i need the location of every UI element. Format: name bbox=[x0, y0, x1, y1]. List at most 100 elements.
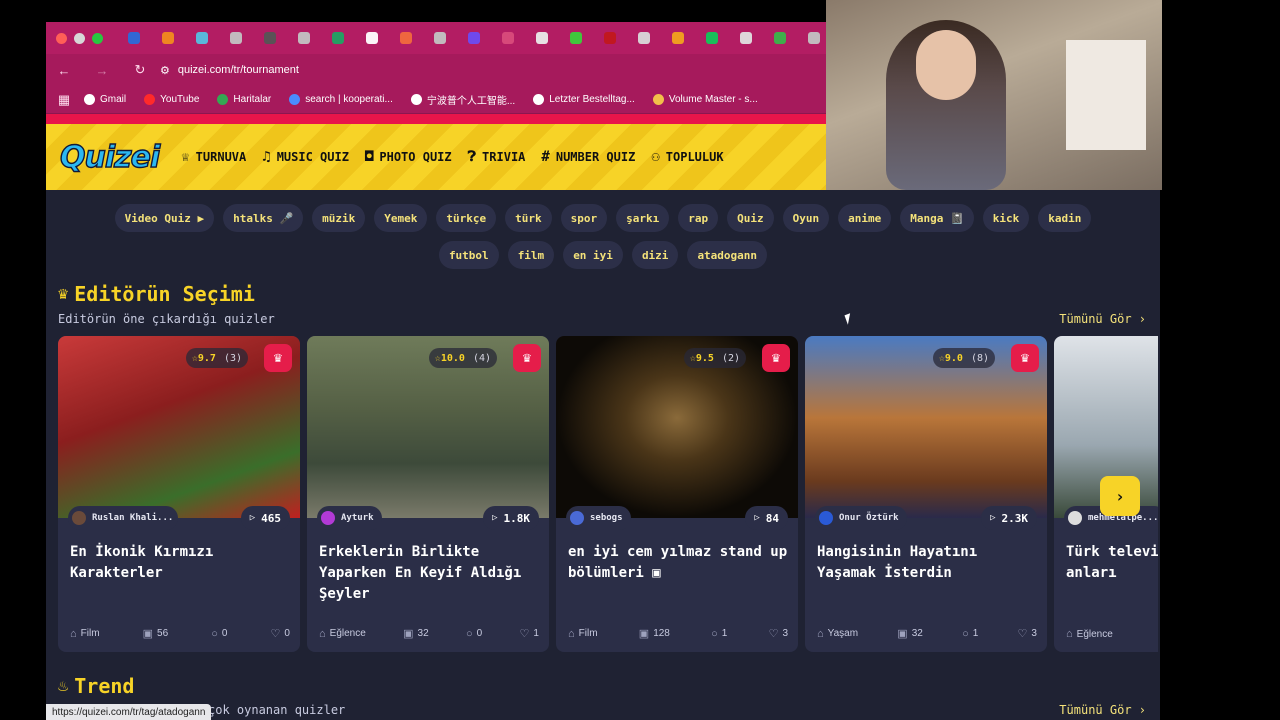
tag-chip[interactable]: en iyi bbox=[563, 241, 623, 269]
site-settings-icon[interactable]: ⚙ bbox=[160, 64, 170, 77]
reload-icon[interactable]: ↻ bbox=[132, 62, 148, 78]
tab-favicon[interactable] bbox=[332, 32, 344, 44]
tag-chip[interactable]: Manga 📓 bbox=[900, 204, 974, 232]
main-nav: ♕ TURNUVA ♫ MUSIC QUIZ ◘ PHOTO QUIZ ❓︎ TRIVIA # N… bbox=[165, 149, 723, 165]
category[interactable]: ⌂ Film bbox=[568, 627, 598, 640]
tab-favicon[interactable] bbox=[366, 32, 378, 44]
author-chip[interactable]: sebogs bbox=[566, 506, 631, 530]
quiz-card[interactable]: ☆ 9.5 (2) ♛ sebogs ▷ 84 en iyi cem yılmaz stan… bbox=[556, 336, 798, 652]
tag-chip[interactable]: Oyun bbox=[782, 204, 830, 232]
bookmark-item[interactable]: Haritalar bbox=[217, 92, 271, 107]
category[interactable]: ⌂ Film bbox=[70, 627, 100, 640]
tab-favicon[interactable] bbox=[400, 32, 412, 44]
like-count[interactable]: ♡ 0 bbox=[271, 627, 290, 640]
nav-number-quiz[interactable]: # NUMBER QUIZ bbox=[541, 149, 635, 165]
comment-count[interactable]: ○ 0 bbox=[466, 627, 482, 640]
tab-favicon[interactable] bbox=[196, 32, 208, 44]
like-count[interactable]: ♡ 3 bbox=[769, 627, 788, 640]
apps-grid-icon[interactable]: ▦ bbox=[56, 92, 72, 108]
editor-see-all-link[interactable]: Tümünü Gör › bbox=[1059, 312, 1146, 326]
quizei-logo[interactable]: Quizei bbox=[59, 139, 161, 175]
tag-chip[interactable]: anime bbox=[838, 204, 892, 232]
author-chip[interactable]: Onur Öztürk bbox=[815, 506, 907, 530]
nav-music-quiz[interactable]: ♫ MUSIC QUIZ bbox=[262, 149, 349, 165]
tag-chip[interactable]: futbol bbox=[438, 241, 499, 269]
quiz-title[interactable]: Türk televizyon tarihinin anları bbox=[1066, 542, 1158, 584]
author-chip[interactable]: Ayturk bbox=[317, 506, 382, 530]
tab-favicon[interactable] bbox=[502, 32, 514, 44]
tab-favicon[interactable] bbox=[638, 32, 650, 44]
tag-chip[interactable]: Yemek bbox=[374, 204, 428, 232]
nav-photo-quiz[interactable]: ◘ PHOTO QUIZ bbox=[365, 149, 452, 165]
trend-see-all-link[interactable]: Tümünü Gör › bbox=[1059, 703, 1146, 717]
tag-chip[interactable]: müzik bbox=[312, 204, 366, 232]
bookmark-item[interactable]: YouTube bbox=[144, 92, 199, 107]
category[interactable]: ⌂ Eğlence bbox=[1066, 628, 1113, 640]
tab-favicon[interactable] bbox=[434, 32, 446, 44]
quiz-card[interactable]: ☆ 9.0 (8) ♛ Onur Öztürk ▷ 2.3K Hangisinin Haya… bbox=[805, 336, 1047, 652]
tag-chip[interactable]: şarkı bbox=[616, 204, 670, 232]
like-count[interactable]: ♡ 3 bbox=[1018, 627, 1037, 640]
close-window-button[interactable] bbox=[56, 32, 67, 44]
comment-count[interactable]: ○ 1 bbox=[711, 627, 727, 640]
tab-favicon[interactable] bbox=[298, 32, 310, 44]
tab-favicon[interactable] bbox=[468, 32, 480, 44]
tab-favicon[interactable] bbox=[536, 32, 548, 44]
comment-count[interactable]: ○ 1 bbox=[962, 627, 978, 640]
tag-chip[interactable]: Video Quiz ▶ bbox=[114, 204, 215, 232]
play-icon: ▷ bbox=[492, 513, 498, 523]
quiz-card[interactable]: ☆ 10.0 (4) ♛ Ayturk ▷ 1.8K Erkeklerin Birlikte… bbox=[307, 336, 549, 652]
quiz-title[interactable]: En İkonik Kırmızı Karakterler bbox=[70, 542, 292, 584]
tag-chip[interactable]: türkçe bbox=[436, 204, 497, 232]
bookmark-item[interactable]: 宁波普个人工智能... bbox=[410, 92, 515, 107]
url-field[interactable]: quizei.com/tr/tournament bbox=[178, 64, 299, 76]
quiz-title[interactable]: en iyi cem yılmaz stand up bölümleri ▣ bbox=[568, 542, 790, 584]
tag-chip[interactable]: dizi bbox=[631, 241, 679, 269]
tag-chip[interactable]: atadogann bbox=[687, 241, 768, 269]
tag-chip[interactable]: türk bbox=[505, 204, 552, 232]
bookmark-item[interactable]: search | kooperati... bbox=[289, 92, 393, 107]
category[interactable]: ⌂ Yaşam bbox=[817, 627, 858, 640]
minimize-window-button[interactable] bbox=[74, 32, 85, 44]
quiz-title[interactable]: Erkeklerin Birlikte Yaparken En Keyif Al… bbox=[319, 542, 541, 605]
tab-favicon[interactable] bbox=[162, 32, 174, 44]
bookmark-label: Volume Master - s... bbox=[668, 94, 758, 105]
forward-arrow-icon[interactable]: → bbox=[94, 63, 110, 78]
bookmark-item[interactable]: Letzter Bestelltag... bbox=[533, 92, 635, 107]
bookmark-item[interactable]: Gmail bbox=[84, 92, 126, 107]
nav-trivia[interactable]: ❓︎ TRIVIA bbox=[468, 149, 526, 165]
nav-turnuva[interactable]: ♕ TURNUVA bbox=[181, 149, 246, 165]
category[interactable]: ⌂ Eğlence bbox=[319, 627, 366, 640]
comment-count[interactable]: ○ 0 bbox=[211, 627, 227, 640]
tab-favicon[interactable] bbox=[230, 32, 242, 44]
nav-topluluk[interactable]: ⚇ TOPLULUK bbox=[651, 149, 723, 165]
tag-chip[interactable]: htalks 🎤 bbox=[223, 204, 304, 232]
tab-favicon[interactable] bbox=[774, 32, 786, 44]
tab-favicon[interactable] bbox=[740, 32, 752, 44]
bookmark-label: YouTube bbox=[160, 94, 200, 105]
tab-favicon[interactable] bbox=[706, 32, 718, 44]
rating-badge: ☆ 9.0 (8) bbox=[932, 348, 995, 368]
comment-icon: ○ bbox=[211, 627, 218, 640]
tab-favicon[interactable] bbox=[672, 32, 684, 44]
tab-favicon[interactable] bbox=[604, 32, 616, 44]
carousel-next-button[interactable]: › bbox=[1100, 476, 1140, 516]
tab-favicon[interactable] bbox=[570, 32, 582, 44]
back-arrow-icon[interactable]: ← bbox=[56, 63, 72, 78]
tag-chip[interactable]: rap bbox=[678, 204, 719, 232]
tag-chip[interactable]: film bbox=[507, 241, 555, 269]
tag-chip[interactable]: kadin bbox=[1038, 204, 1092, 232]
author-chip[interactable]: Ruslan Khali... bbox=[68, 506, 178, 530]
maximize-window-button[interactable] bbox=[92, 32, 103, 44]
bookmark-item[interactable]: Volume Master - s... bbox=[652, 92, 758, 107]
tab-favicon[interactable] bbox=[808, 32, 820, 44]
quiz-card[interactable]: ☆ 9.7 (3) ♛ Ruslan Khali... ▷ 465 En İkonik Kı… bbox=[58, 336, 300, 652]
like-count[interactable]: ♡ 1 bbox=[520, 627, 539, 640]
tag-chip[interactable]: Quiz bbox=[727, 204, 774, 232]
tag-list: Video Quiz ▶ htalks 🎤 müzik Yemek türkçe türk… bbox=[46, 204, 1160, 269]
tab-favicon[interactable] bbox=[264, 32, 276, 44]
quiz-title[interactable]: Hangisinin Hayatını Yaşamak İsterdin bbox=[817, 542, 1039, 584]
tag-chip[interactable]: spor bbox=[560, 204, 608, 232]
tab-favicon[interactable] bbox=[128, 32, 140, 44]
tag-chip[interactable]: kick bbox=[982, 204, 1030, 232]
